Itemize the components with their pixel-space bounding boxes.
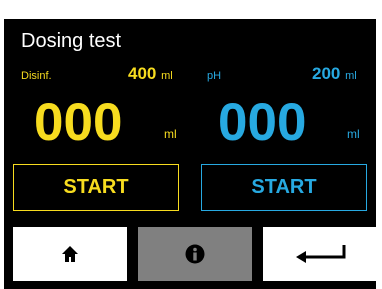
page-title: Dosing test — [21, 30, 122, 52]
ph-label: pH — [207, 70, 222, 82]
info-button[interactable] — [138, 227, 252, 281]
disinfectant-volume-value: 400 — [128, 64, 157, 83]
home-button[interactable] — [13, 227, 127, 281]
ph-volume: 200 ml — [312, 64, 357, 84]
ph-counter-unit: ml — [347, 127, 360, 141]
home-icon — [62, 246, 78, 262]
back-arrow-icon — [296, 245, 346, 263]
ph-counter: 000 — [218, 93, 307, 152]
ph-volume-value: 200 — [312, 64, 341, 83]
disinfectant-start-button[interactable]: START — [13, 164, 179, 211]
disinfectant-volume: 400 ml — [128, 64, 173, 84]
disinfectant-counter-unit: ml — [164, 127, 177, 141]
ph-start-button[interactable]: START — [201, 164, 367, 211]
disinfectant-volume-unit: ml — [161, 70, 173, 82]
ph-volume-unit: ml — [345, 70, 357, 82]
disinfectant-counter: 000 — [34, 93, 123, 152]
back-button[interactable] — [263, 227, 377, 281]
disinfectant-label: Disinf. — [21, 70, 52, 82]
info-icon — [185, 244, 205, 264]
